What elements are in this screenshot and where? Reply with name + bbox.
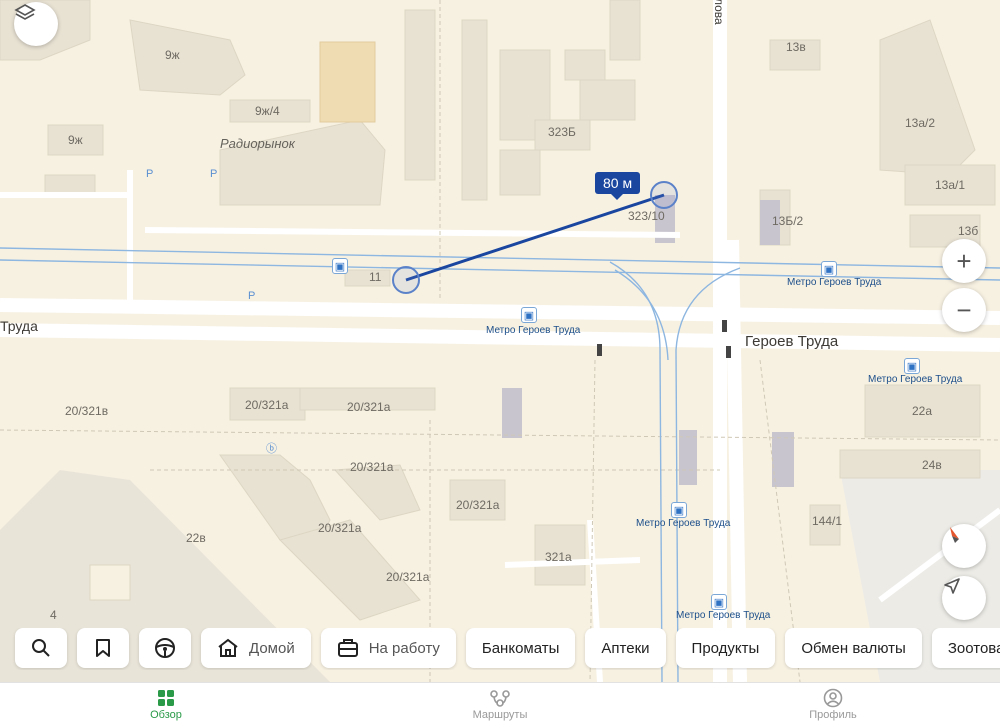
drive-button[interactable] bbox=[139, 628, 191, 668]
transit-stop-label: Метро Героев Труда bbox=[868, 374, 963, 385]
bookmark-icon bbox=[96, 639, 110, 657]
building-label: 323Б bbox=[548, 125, 576, 139]
tram-stop-icon[interactable]: ▣ bbox=[332, 258, 348, 274]
work-chip-label: На работу bbox=[368, 639, 440, 657]
building-label: 20/321а bbox=[318, 521, 362, 535]
layers-icon bbox=[14, 4, 36, 20]
tab-routes-label: Маршруты bbox=[472, 709, 528, 721]
tab-profile-label: Профиль bbox=[809, 709, 857, 721]
search-button[interactable] bbox=[15, 628, 67, 668]
building-label: 20/321а bbox=[350, 460, 394, 474]
tram-stop-icon[interactable]: ▣ bbox=[671, 502, 687, 518]
building-label: 22в bbox=[186, 531, 206, 545]
building-label: 11 bbox=[369, 270, 382, 284]
steering-wheel-icon bbox=[155, 638, 175, 658]
building-label: 13а/1 bbox=[935, 178, 966, 192]
locate-button[interactable] bbox=[942, 576, 986, 620]
category-chip-pets[interactable]: Зоотовары bbox=[931, 628, 1000, 668]
briefcase-icon bbox=[337, 639, 358, 657]
tram-stop-icon[interactable]: ▣ bbox=[711, 594, 727, 610]
tram-stop-icon[interactable]: ▣ bbox=[904, 358, 920, 374]
map-canvas[interactable]: 9ж 9ж 9ж/4 323Б 323/10 13в 13а/2 13а/1 1… bbox=[0, 0, 1000, 682]
routes-icon bbox=[490, 690, 510, 707]
building-label: 13Б/2 bbox=[772, 214, 804, 228]
building-label: 20/321а bbox=[245, 398, 289, 412]
bicycle-icon: ⓑ bbox=[266, 443, 277, 455]
building-label: 22а bbox=[912, 404, 933, 418]
home-chip[interactable]: Домой bbox=[201, 628, 311, 668]
parking-icon: P bbox=[146, 168, 154, 180]
building-label: 13а/2 bbox=[905, 116, 936, 130]
street-label-vertical: лова bbox=[712, 0, 726, 25]
category-chip-exchange[interactable]: Обмен валюты bbox=[785, 628, 922, 668]
building-label: 20/321а bbox=[347, 400, 391, 414]
overview-icon bbox=[158, 690, 174, 706]
home-icon bbox=[218, 638, 238, 657]
tram-stop-icon[interactable]: ▣ bbox=[821, 261, 837, 277]
building-label: 9ж bbox=[165, 48, 180, 62]
bottom-tab-bar: Обзор Маршруты Профиль bbox=[0, 682, 1000, 726]
district-label: Радиорынок bbox=[220, 136, 295, 151]
search-icon bbox=[32, 639, 50, 657]
map-layer bbox=[0, 0, 1000, 682]
building-label: 144/1 bbox=[812, 514, 843, 528]
tram-stop-icon[interactable]: ▣ bbox=[521, 307, 537, 323]
tab-overview-label: Обзор bbox=[150, 709, 182, 721]
street-label: Труда bbox=[0, 318, 38, 334]
building-label: 20/321а bbox=[386, 570, 430, 584]
building-label: 20/321в bbox=[65, 404, 109, 418]
transit-stop-label: Метро Героев Труда bbox=[676, 610, 771, 621]
category-chip-groceries[interactable]: Продукты bbox=[675, 628, 776, 668]
zoom-in-button[interactable]: + bbox=[942, 239, 986, 283]
bookmarks-button[interactable] bbox=[77, 628, 129, 668]
tab-routes[interactable]: Маршруты bbox=[440, 687, 560, 721]
tab-profile[interactable]: Профиль bbox=[773, 687, 893, 721]
distance-badge: 80 м bbox=[595, 172, 641, 200]
compass-icon bbox=[950, 527, 959, 543]
building-label: 13в bbox=[786, 40, 806, 54]
work-chip[interactable]: На работу bbox=[320, 628, 456, 668]
layers-button[interactable] bbox=[14, 2, 58, 46]
building-label: 9ж bbox=[68, 133, 83, 147]
locate-icon bbox=[944, 578, 960, 594]
transit-stop-label: Метро Героев Труда bbox=[636, 518, 731, 529]
transit-stop-label: Метро Героев Труда bbox=[787, 277, 882, 288]
tab-overview[interactable]: Обзор bbox=[106, 687, 226, 721]
home-chip-label: Домой bbox=[249, 639, 295, 657]
building-label: 321а bbox=[545, 550, 572, 564]
building-label: 13б bbox=[958, 224, 979, 238]
compass-button[interactable] bbox=[942, 524, 986, 568]
building-label: 24в bbox=[922, 458, 942, 472]
category-chip-pharmacy[interactable]: Аптеки bbox=[585, 628, 666, 668]
quick-search-chips: Домой На работу Банкоматы Аптеки Продукт… bbox=[0, 628, 1000, 670]
building-label: 20/321а bbox=[456, 498, 500, 512]
profile-icon bbox=[823, 688, 843, 708]
category-chip-atm[interactable]: Банкоматы bbox=[465, 628, 576, 668]
building-label: 4 bbox=[50, 608, 57, 622]
zoom-out-button[interactable]: − bbox=[942, 288, 986, 332]
street-label: Героев Труда bbox=[745, 333, 839, 350]
building-label: 9ж/4 bbox=[255, 104, 280, 118]
transit-stop-label: Метро Героев Труда bbox=[486, 325, 581, 336]
parking-icon: P bbox=[210, 168, 218, 180]
parking-icon: P bbox=[248, 290, 256, 302]
building-label: 323/10 bbox=[628, 209, 665, 223]
